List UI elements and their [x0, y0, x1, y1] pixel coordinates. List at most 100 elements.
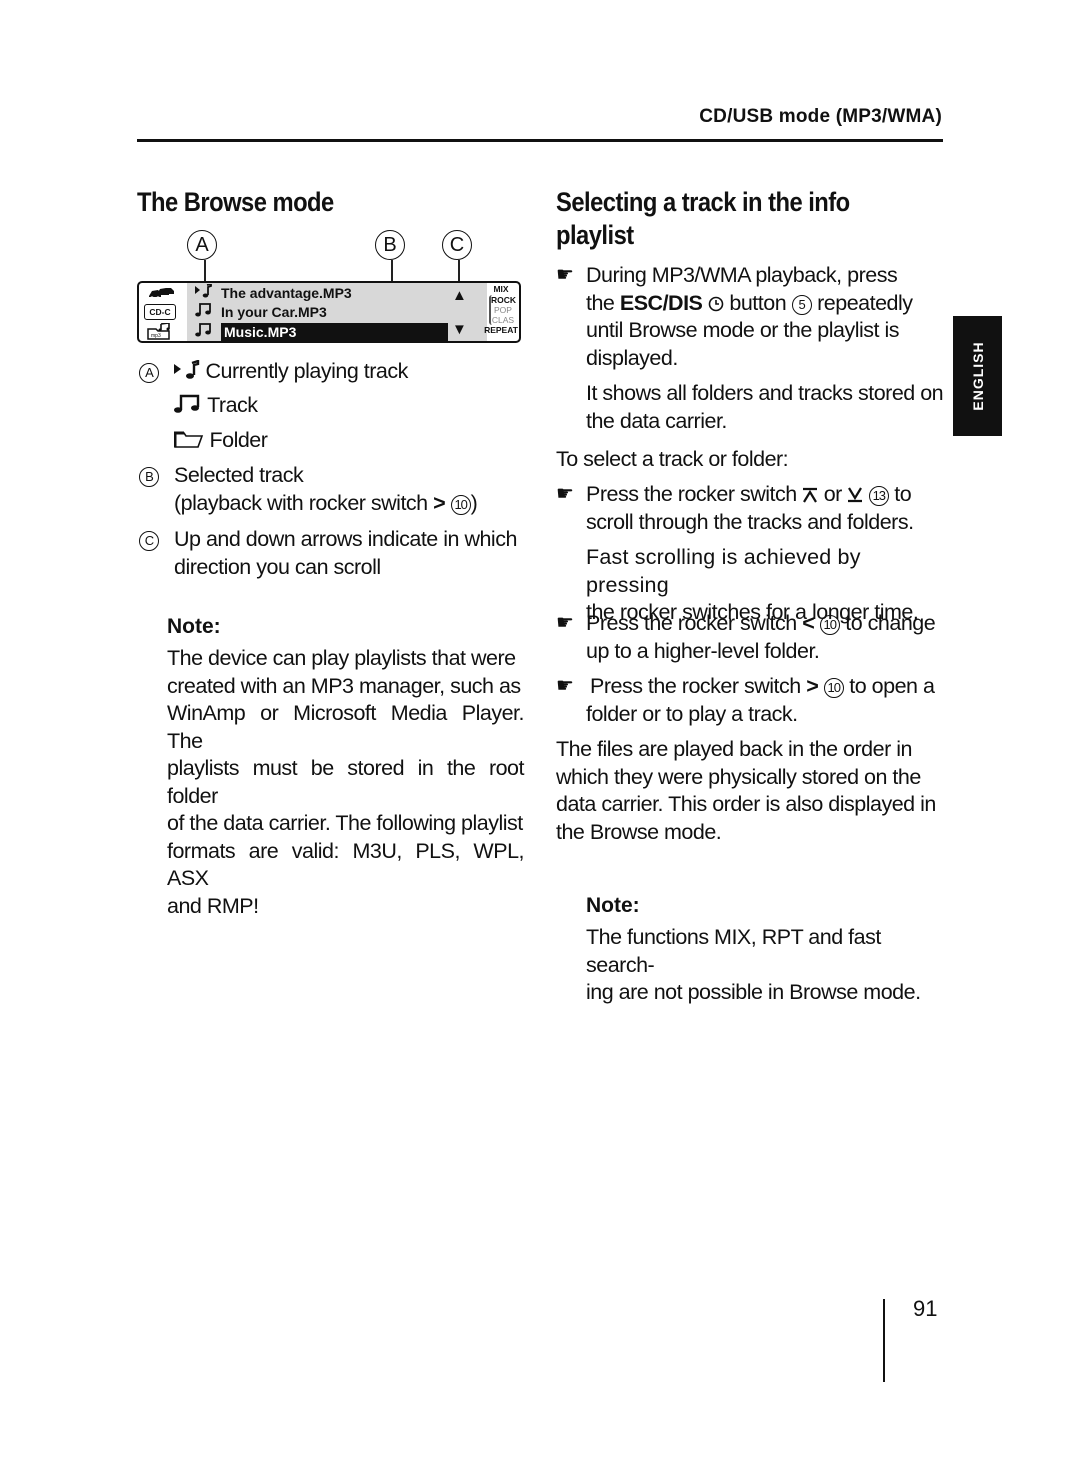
- browse-display-illustration: CD-C mp3 The advantage.MP3 In your Car.M…: [137, 281, 521, 343]
- note-body: The device can play playlists that were …: [167, 645, 525, 920]
- cd-changer-icon: CD-C: [144, 304, 176, 320]
- callout-a: A: [187, 230, 217, 260]
- language-tab: ENGLISH: [953, 316, 1002, 436]
- page-number: 91: [913, 1296, 938, 1321]
- header-divider: [137, 139, 943, 142]
- legend-b-text: Selected track: [174, 463, 304, 487]
- display-row: In your Car.MP3: [195, 303, 327, 321]
- step-detail: the data carrier.: [586, 408, 727, 433]
- track-icon: [195, 303, 221, 321]
- step-text: Press the rocker switch: [586, 611, 797, 635]
- footer-divider: [883, 1299, 885, 1382]
- note-line: The device can play playlists that were: [167, 646, 516, 670]
- heading-line: Selecting a track in the info: [556, 187, 850, 217]
- select-intro: To select a track or folder:: [556, 447, 789, 471]
- scroll-up-arrow-icon: ▲: [452, 287, 467, 304]
- display-row: The advantage.MP3: [195, 283, 352, 302]
- ref-number: 10: [819, 615, 840, 635]
- legend-c-text: direction you can scroll: [174, 555, 381, 579]
- note-line: created with an MP3 manager, such as: [167, 673, 521, 698]
- step-text: displayed.: [586, 345, 678, 370]
- legend-item-text: Folder: [209, 428, 268, 452]
- folder-icon: [174, 431, 204, 448]
- section-header-title: CD/USB mode (MP3/WMA): [699, 106, 942, 127]
- step-text: scroll through the tracks and folders.: [586, 509, 914, 534]
- legend-c-text: Up and down arrows indicate in which: [174, 527, 517, 551]
- step-text: Press the rocker switch: [590, 674, 801, 698]
- legend-b-marker: B: [139, 467, 159, 487]
- selecting-track-heading: Selecting a track in the info playlist: [556, 186, 943, 252]
- repeat-label: REPEAT: [484, 325, 518, 335]
- step-text: up to a higher-level folder.: [586, 638, 820, 663]
- pointing-hand-icon: ☛: [556, 264, 574, 286]
- legend-item-text: Currently playing track: [205, 359, 408, 383]
- track-icon: [174, 394, 200, 413]
- step-text: the: [586, 290, 615, 315]
- svg-text:mp3: mp3: [151, 333, 161, 339]
- step-detail: It shows all folders and tracks stored o…: [586, 381, 944, 405]
- rocker-right-icon: >: [806, 674, 819, 698]
- step-3: Press the rocker switch < 10 to change u…: [586, 610, 946, 665]
- step-text: repeatedly: [817, 290, 913, 315]
- note-line: of the data carrier. The following playl…: [167, 811, 523, 835]
- display-row-selected: Music.MP3: [195, 323, 448, 341]
- step-text: to change: [845, 611, 936, 635]
- callout-a-leader: [204, 260, 206, 282]
- step-text: folder or to play a track.: [586, 701, 798, 726]
- note-line: WinAmp or Microsoft Media Player. The: [167, 701, 525, 753]
- display-row-text: In your Car.MP3: [221, 304, 327, 320]
- paragraph-line: which they were physically stored on the: [556, 764, 921, 789]
- playing-track-icon: [195, 283, 221, 302]
- step-detail: Fast scrolling is achieved by pressing: [586, 545, 861, 597]
- legend-b-close: ): [470, 491, 478, 515]
- language-tab-label: ENGLISH: [969, 341, 986, 411]
- playing-track-icon: [174, 360, 200, 379]
- ref-number: 10: [450, 495, 471, 515]
- mix-label: MIX: [493, 284, 509, 294]
- scroll-down-arrow-icon: ▼: [452, 321, 467, 338]
- note-label: Note:: [167, 615, 221, 638]
- eq-pop-label: POP: [494, 305, 512, 315]
- step-text: or: [823, 482, 843, 506]
- note-line: The functions MIX, RPT and fast search-: [586, 925, 881, 977]
- rocker-down-icon: [848, 487, 863, 503]
- eq-preset-list: ROCK POP CLAS: [489, 295, 517, 325]
- callout-b: B: [375, 230, 405, 260]
- note-line: playlists must be stored in the root fol…: [167, 756, 525, 808]
- heading-line: playlist: [556, 220, 634, 250]
- traffic-cars-icon: [149, 288, 174, 300]
- step-text: to: [894, 482, 912, 506]
- playback-order-paragraph: The files are played back in the order i…: [556, 736, 943, 846]
- rocker-left-icon: <: [802, 611, 815, 635]
- step-text: to open a: [849, 674, 935, 698]
- esc-dis-button-label: ESC/DIS: [619, 290, 703, 315]
- pointing-hand-icon: ☛: [556, 675, 574, 697]
- eq-clas-label: CLAS: [491, 315, 515, 325]
- legend: A Currently playing track Track Folder B…: [137, 358, 527, 582]
- eq-rock-label: ROCK: [491, 295, 517, 305]
- note-body: The functions MIX, RPT and fast search- …: [586, 924, 946, 1007]
- ref-number: 5: [791, 294, 812, 315]
- paragraph-line: the Browse mode.: [556, 819, 722, 844]
- legend-c-marker: C: [139, 531, 159, 551]
- step-4: Press the rocker switch > 10 to open a f…: [586, 673, 950, 728]
- rocker-up-icon: [803, 487, 818, 503]
- step-text: Press the rocker switch: [586, 482, 797, 506]
- callout-c: C: [442, 230, 472, 260]
- callout-c-leader: [458, 260, 460, 282]
- ref-number: 13: [868, 486, 889, 506]
- legend-item-text: Track: [207, 393, 258, 417]
- mp3-folder-icon: mp3: [147, 323, 170, 340]
- legend-a-marker: A: [139, 363, 159, 383]
- clock-icon: [708, 296, 724, 311]
- browse-mode-heading: The Browse mode: [137, 187, 334, 217]
- paragraph-line: data carrier. This order is also display…: [556, 792, 936, 816]
- display-row-text: The advantage.MP3: [221, 285, 352, 301]
- pointing-hand-icon: ☛: [556, 612, 574, 634]
- step-text: button: [729, 290, 787, 315]
- step-text: until Browse mode or the playlist is: [586, 318, 900, 342]
- note-line: ing are not possible in Browse mode.: [586, 980, 921, 1004]
- pointing-hand-icon: ☛: [556, 483, 574, 505]
- legend-b-detail: (playback with rocker switch: [174, 491, 428, 515]
- step-text: During MP3/WMA playback, press: [586, 263, 898, 287]
